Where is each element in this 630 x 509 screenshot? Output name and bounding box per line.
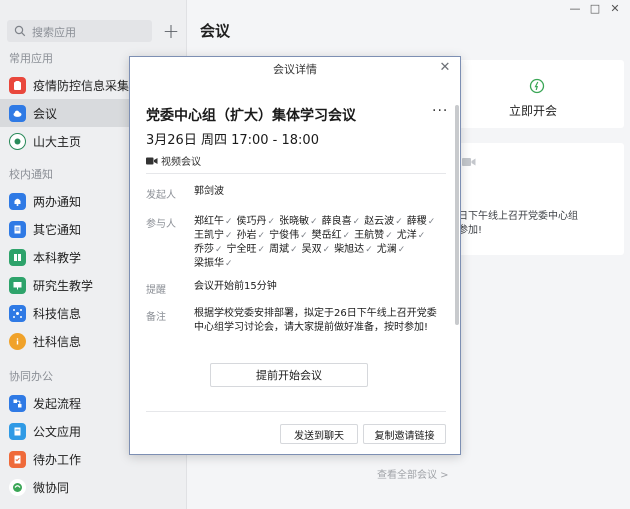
dialog-scrollbar[interactable] [455,105,459,325]
participant-name: 赵云波 [364,216,395,227]
participant-name: 薛良喜 [321,216,352,227]
participant: 侯巧丹✓ [237,215,276,229]
check-icon: ✓ [267,217,276,227]
meeting-type: 视频会议 [146,153,201,168]
meeting-type-label: 视频会议 [161,157,201,168]
send-to-chat-button[interactable]: 发送到聊天 [280,424,358,444]
meeting-detail-dialog: 会议详情 ✕ 党委中心组（扩大）集体学习会议 ··· 3月26日 周四 17:0… [129,56,461,455]
participant: 薛稷✓ [407,215,436,229]
check-icon: ✓ [322,245,331,255]
check-icon: ✓ [225,217,233,227]
participant: 樊岳红✓ [312,229,351,243]
participant-name: 薛稷 [406,216,427,227]
note-label: 备注 [146,312,166,323]
participant-name: 尤洋 [396,230,417,241]
check-icon: ✓ [352,217,361,227]
participant: 王凯宁✓ [194,229,233,243]
participant-name: 王航赞 [354,230,385,241]
participant: 宁全旺✓ [227,243,266,257]
check-icon: ✓ [257,245,266,255]
check-icon: ✓ [417,231,426,241]
participant-name: 宁俊伟 [269,230,300,241]
more-options-button[interactable]: ··· [432,103,448,119]
participant: 王航赞✓ [354,229,393,243]
participant-name: 尤澜 [376,244,397,255]
participant-name: 梁振华 [194,258,224,269]
participant: 张晓敏✓ [279,215,318,229]
divider [146,173,446,174]
check-icon: ✓ [225,259,233,269]
participant: 乔莎✓ [194,243,223,257]
meeting-time: 3月26日 周四 17:00 - 18:00 [146,133,319,148]
participant-name: 王凯宁 [194,230,224,241]
copy-invite-link-button[interactable]: 复制邀请链接 [363,424,446,444]
participant: 尤澜✓ [377,243,406,257]
participant: 尤洋✓ [397,229,426,243]
check-icon: ✓ [427,217,436,227]
participant-name: 孙岩 [236,230,257,241]
initiator-label: 发起人 [146,190,176,201]
participant-name: 吴双 [301,244,322,255]
dialog-title: 会议详情 [273,63,317,76]
check-icon: ✓ [397,245,406,255]
participant: 孙岩✓ [237,229,266,243]
participant-name: 樊岳红 [311,230,342,241]
reminder-value: 会议开始前15分钟 [194,281,277,292]
participant: 郑红午✓ [194,215,233,229]
check-icon: ✓ [342,231,351,241]
check-icon: ✓ [385,231,393,241]
participant-name: 宁全旺 [226,244,257,255]
participant: 薛良喜✓ [322,215,361,229]
check-icon: ✓ [257,231,266,241]
start-early-button[interactable]: 提前开始会议 [210,363,368,387]
participants-label: 参与人 [146,219,176,230]
reminder-label: 提醒 [146,285,166,296]
check-icon: ✓ [215,245,223,255]
check-icon: ✓ [310,217,318,227]
participant-name: 郑红午 [194,216,224,227]
initiator-name: 郭剑波 [194,186,224,197]
participant: 宁俊伟✓ [269,229,308,243]
divider [146,411,446,412]
participant-name: 柴旭达 [334,244,365,255]
participant-name: 侯巧丹 [236,216,267,227]
participant: 周斌✓ [269,243,298,257]
participant: 赵云波✓ [364,215,403,229]
participant: 梁振华✓ [194,257,233,271]
participant-name: 周斌 [269,244,290,255]
participant-name: 张晓敏 [279,216,310,227]
check-icon: ✓ [395,217,403,227]
check-icon: ✓ [365,245,373,255]
note-text: 根据学校党委安排部署，拟定于26日下午线上召开党委中心组学习讨论会，请大家提前做… [194,308,437,333]
check-icon: ✓ [290,245,298,255]
participant: 吴双✓ [302,243,331,257]
video-icon [146,157,158,164]
close-icon[interactable]: ✕ [438,61,452,75]
meeting-title: 党委中心组（扩大）集体学习会议 [146,108,356,124]
participant: 柴旭达✓ [334,243,373,257]
modal-layer: 会议详情 ✕ 党委中心组（扩大）集体学习会议 ··· 3月26日 周四 17:0… [0,0,630,509]
check-icon: ✓ [225,231,233,241]
check-icon: ✓ [300,231,308,241]
participant-name: 乔莎 [194,244,214,255]
participants-list: 郑红午✓ 侯巧丹✓ 张晓敏✓ 薛良喜✓ 赵云波✓ 薛稷✓王凯宁✓ 孙岩✓ 宁俊伟✓ 樊岳红✓ 王航… [194,215,450,271]
